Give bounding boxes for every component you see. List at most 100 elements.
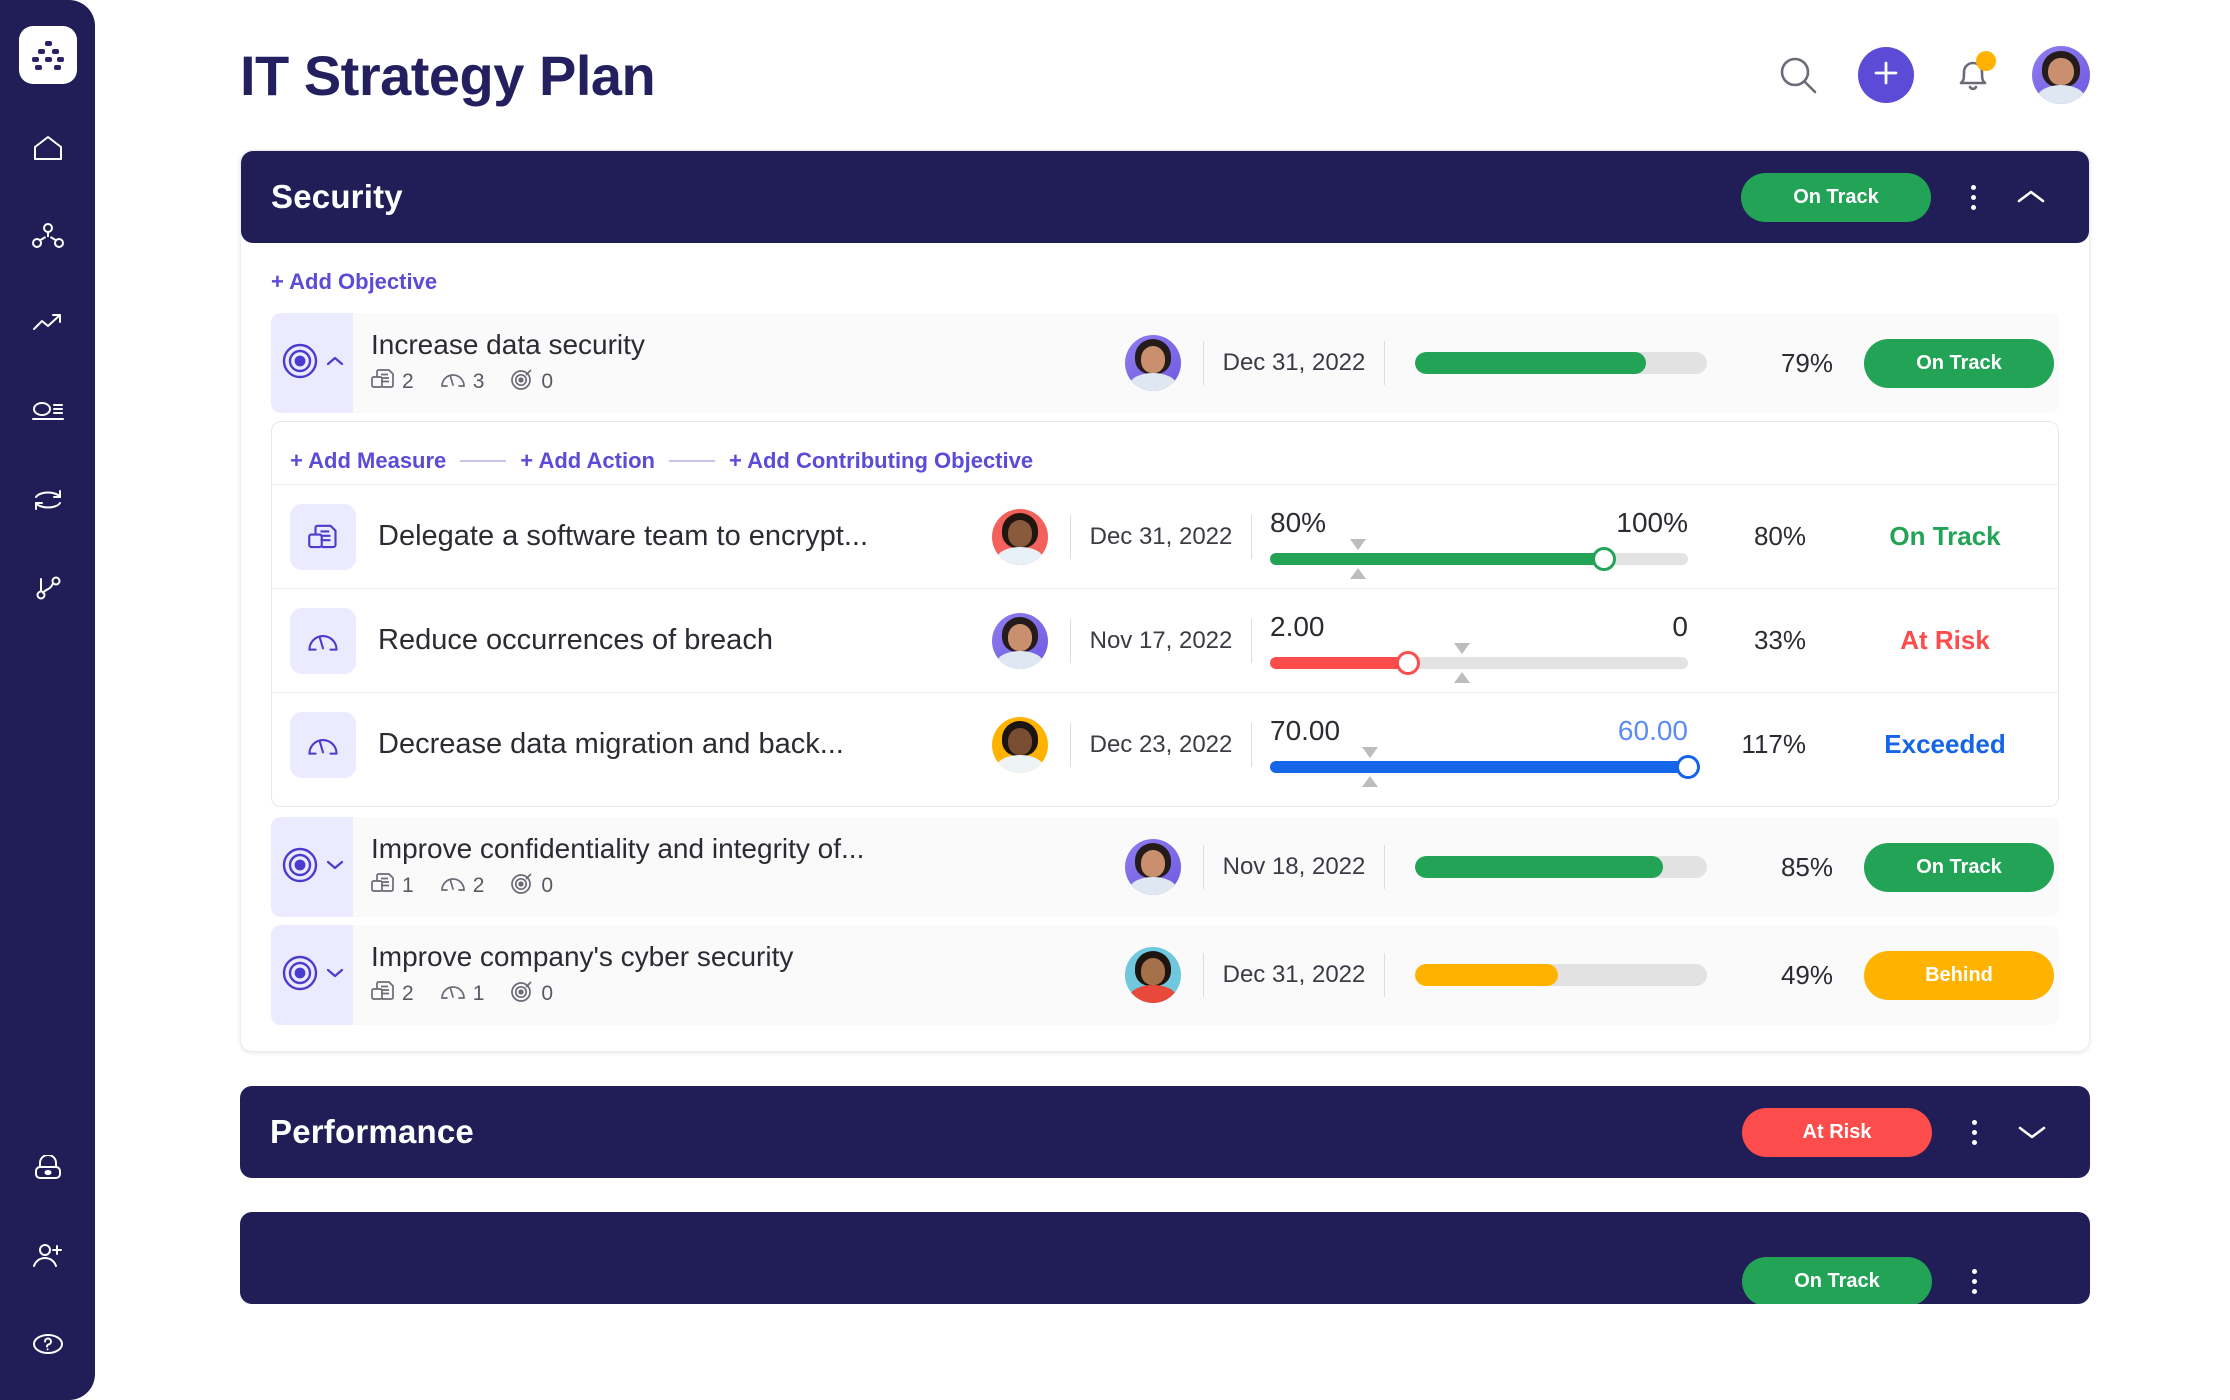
avatar-body	[2036, 85, 2086, 104]
sub-objectives-count: 0	[510, 979, 553, 1009]
status-badge[interactable]: Behind	[1864, 950, 2054, 1000]
measure-slider[interactable]: 70.00 60.00	[1270, 709, 1700, 787]
chevron-down-icon[interactable]	[2008, 1108, 2056, 1156]
section-body: + Add Objective Increase data security 2…	[241, 243, 2089, 1051]
section-header[interactable]: On Track	[240, 1212, 2090, 1304]
divider	[1384, 953, 1385, 997]
objective-percent: 85%	[1780, 851, 1833, 882]
avatar[interactable]	[2032, 46, 2090, 104]
add-button[interactable]	[1858, 47, 1914, 103]
divider	[1384, 341, 1385, 385]
measure-date: Dec 23, 2022	[1089, 730, 1233, 758]
slider-marker-bottom-icon	[1349, 567, 1366, 579]
measure-percent: 80%	[1753, 521, 1806, 551]
add-user-icon	[32, 1243, 64, 1269]
measure-gauge-icon[interactable]	[290, 711, 356, 778]
objective-toggle[interactable]	[271, 925, 353, 1025]
status-badge[interactable]: On Track	[1864, 338, 2054, 388]
slider-target-value: 100%	[1616, 506, 1688, 538]
measure-name: Delegate a software team to encrypt...	[378, 520, 869, 552]
avatar-face	[1140, 346, 1166, 374]
slider-handle[interactable]	[1676, 754, 1700, 779]
sidebar-item-workflows[interactable]	[18, 558, 78, 618]
search-icon[interactable]	[1776, 53, 1820, 97]
add-action-link[interactable]: + Add Action	[520, 448, 655, 474]
section-header[interactable]: Security On Track	[241, 151, 2089, 243]
owner-avatar[interactable]	[992, 716, 1048, 773]
sub-objectives-count-value: 0	[541, 874, 554, 897]
status-badge[interactable]: On Track	[1864, 842, 2054, 892]
section-header[interactable]: Performance At Risk	[240, 1086, 2090, 1178]
slider-target-value: 0	[1672, 610, 1688, 642]
action-document-icon[interactable]	[290, 503, 356, 570]
section-performance: Performance At Risk	[240, 1086, 2090, 1178]
home-icon	[32, 134, 64, 162]
actions-count-value: 2	[402, 982, 414, 1005]
avatar-body	[1129, 985, 1177, 1003]
action-document-icon	[371, 367, 395, 397]
measure-slider[interactable]: 80% 100%	[1270, 501, 1688, 579]
sidebar-item-security[interactable]	[18, 1138, 78, 1198]
section-more-menu-icon[interactable]	[1951, 175, 1995, 219]
sidebar-item-reports[interactable]	[18, 382, 78, 442]
avatar-face	[1007, 623, 1033, 651]
section-status-badge[interactable]: On Track	[1741, 172, 1931, 222]
add-objective-link[interactable]: + Add Objective	[271, 269, 437, 295]
section-more-menu-icon[interactable]	[1952, 1110, 1996, 1154]
objective-name: Increase data security	[371, 329, 645, 360]
owner-avatar[interactable]	[992, 508, 1048, 565]
sidebar-item-help[interactable]	[18, 1314, 78, 1374]
sidebar-item-sync[interactable]	[18, 470, 78, 530]
sidebar-item-invite-user[interactable]	[18, 1226, 78, 1286]
add-measure-link[interactable]: + Add Measure	[290, 448, 446, 474]
measure-slider[interactable]: 2.00 0	[1270, 605, 1688, 683]
objective-counts: 1 2 0	[371, 871, 1125, 901]
objective-row[interactable]: Improve company's cyber security 2 1 0 D…	[271, 925, 2059, 1025]
section-title: Security	[271, 178, 403, 215]
owner-avatar[interactable]	[1125, 335, 1181, 391]
sub-objectives-count: 0	[510, 367, 553, 397]
target-small-icon	[510, 871, 534, 901]
measure-panel: + Add Measure + Add Action + Add Contrib…	[271, 421, 2059, 807]
objective-row[interactable]: Increase data security 2 3 0 Dec 31, 202…	[271, 313, 2059, 413]
objective-row[interactable]: Improve confidentiality and integrity of…	[271, 817, 2059, 917]
progress-track	[1415, 964, 1707, 986]
sidebar-item-analytics[interactable]	[18, 294, 78, 354]
slider-start-value: 70.00	[1270, 714, 1341, 746]
separator	[668, 460, 715, 462]
actions-count: 2	[371, 367, 414, 397]
lock-icon	[32, 1155, 64, 1181]
owner-avatar[interactable]	[992, 612, 1048, 669]
notification-badge-dot	[1976, 51, 1996, 71]
measure-row[interactable]: Decrease data migration and back... Dec …	[272, 692, 2058, 796]
measure-gauge-icon[interactable]	[290, 607, 356, 674]
avatar-body	[1129, 373, 1177, 391]
section-more-menu-icon[interactable]	[1952, 1259, 1996, 1303]
avatar-face	[1007, 519, 1033, 547]
sidebar-item-org-chart[interactable]	[18, 206, 78, 266]
divider	[1384, 845, 1385, 889]
chevron-up-icon[interactable]	[2007, 173, 2055, 221]
slider-values: 2.00 0	[1270, 611, 1688, 643]
notifications-button[interactable]	[1952, 51, 1996, 98]
measure-row[interactable]: Reduce occurrences of breach Nov 17, 202…	[272, 588, 2058, 692]
measure-row[interactable]: Delegate a software team to encrypt... D…	[272, 484, 2058, 588]
sub-objectives-count-value: 0	[541, 370, 554, 393]
objective-toggle[interactable]	[271, 313, 353, 413]
app-logo-icon[interactable]	[18, 26, 77, 84]
chevron-down-icon[interactable]	[2008, 1257, 2056, 1304]
owner-avatar[interactable]	[1125, 947, 1181, 1003]
measure-percent: 33%	[1753, 625, 1806, 655]
objective-counts: 2 3 0	[371, 367, 1125, 397]
sub-objectives-count-value: 0	[541, 982, 554, 1005]
sidebar-item-home[interactable]	[18, 118, 78, 178]
slider-handle[interactable]	[1395, 650, 1420, 675]
owner-avatar[interactable]	[1125, 839, 1181, 895]
slider-handle[interactable]	[1592, 546, 1617, 571]
measure-percent: 117%	[1741, 729, 1806, 759]
section-status-badge[interactable]: On Track	[1742, 1256, 1932, 1304]
add-contributing-objective-link[interactable]: + Add Contributing Objective	[729, 448, 1033, 474]
objective-name: Improve confidentiality and integrity of…	[371, 833, 865, 864]
section-status-badge[interactable]: At Risk	[1742, 1107, 1932, 1157]
objective-toggle[interactable]	[271, 817, 353, 917]
